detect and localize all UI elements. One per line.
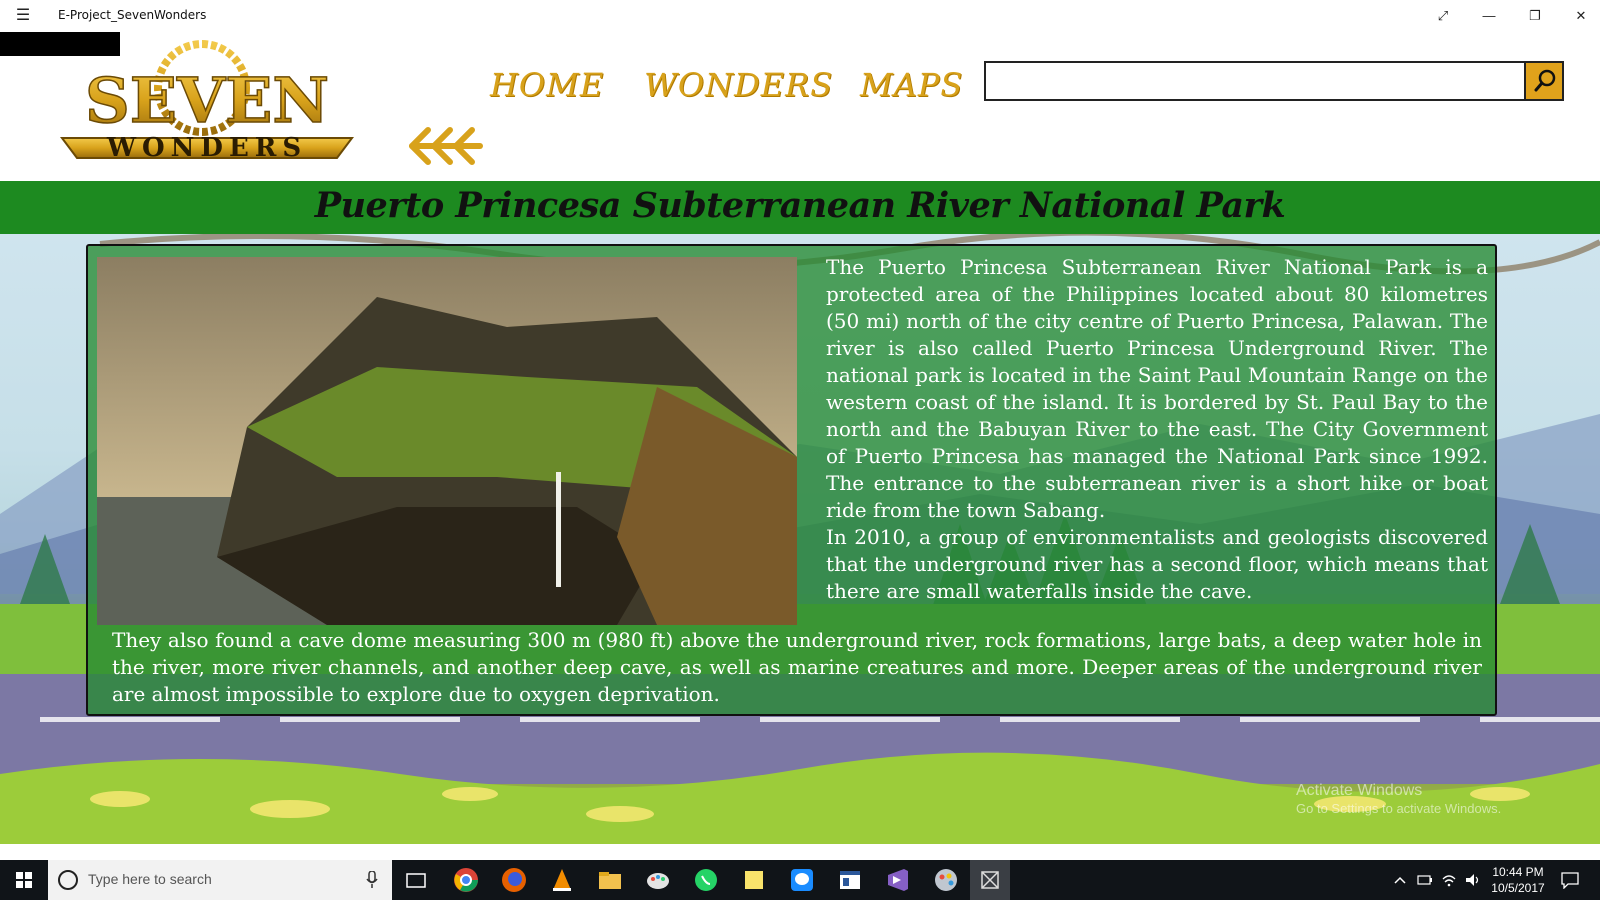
active-app-icon[interactable]: [970, 860, 1010, 900]
firefox-icon[interactable]: [500, 866, 528, 894]
paint-icon[interactable]: [644, 866, 672, 894]
start-button[interactable]: [0, 860, 48, 900]
taskbar: Type here to search 10:44 PM 10/5/2017: [0, 860, 1600, 900]
taskbar-clock[interactable]: 10:44 PM 10/5/2017: [1486, 864, 1550, 896]
expand-icon[interactable]: ⤢: [1428, 4, 1458, 28]
title-bar: ☰ E-Project_SevenWonders ⤢ — ❐ ✕: [0, 0, 1600, 32]
vlc-icon[interactable]: [548, 866, 576, 894]
taskbar-search[interactable]: Type here to search: [48, 860, 392, 900]
wifi-icon[interactable]: [1440, 872, 1458, 900]
search-button[interactable]: [1524, 63, 1562, 99]
watermark-line-2: Go to Settings to activate Windows.: [1296, 801, 1502, 816]
paragraph-1: The Puerto Princesa Subterranean River N…: [826, 255, 1488, 522]
logo-text-bottom: WONDERS: [106, 133, 307, 163]
clock-date: 10/5/2017: [1491, 881, 1545, 895]
paragraph-3: They also found a cave dome measuring 30…: [112, 628, 1482, 706]
search-icon: [1534, 69, 1556, 92]
app-window-icon[interactable]: [836, 866, 864, 894]
battery-icon[interactable]: [1416, 872, 1434, 900]
chrome-icon[interactable]: [452, 866, 480, 894]
task-view-icon[interactable]: [402, 866, 430, 894]
title-band: Puerto Princesa Subterranean River Natio…: [0, 181, 1600, 234]
search-input[interactable]: [990, 65, 1520, 97]
seven-wonders-logo[interactable]: SEVEN WONDERS: [52, 38, 362, 168]
search-box: [984, 61, 1564, 101]
minimize-icon[interactable]: —: [1474, 4, 1504, 28]
microphone-icon[interactable]: [366, 871, 378, 889]
nav-maps[interactable]: MAPS: [860, 66, 963, 104]
hamburger-menu-icon[interactable]: ☰: [14, 7, 32, 25]
paragraph-2: In 2010, a group of environmentalists an…: [826, 525, 1488, 603]
nav-home[interactable]: HOME: [490, 66, 604, 104]
clock-time: 10:44 PM: [1492, 865, 1544, 879]
nav-wonders[interactable]: WONDERS: [644, 66, 833, 104]
file-explorer-icon[interactable]: [596, 866, 624, 894]
chevron-up-icon[interactable]: [1392, 872, 1408, 900]
page-title: Puerto Princesa Subterranean River Natio…: [314, 185, 1286, 226]
back-arrow-icon[interactable]: [404, 124, 484, 168]
sticky-notes-icon[interactable]: [740, 866, 768, 894]
park-photo: [97, 257, 797, 625]
notifications-icon[interactable]: [1560, 871, 1580, 900]
paint-palette-icon[interactable]: [932, 866, 960, 894]
taskbar-search-placeholder: Type here to search: [88, 871, 212, 887]
messenger-icon[interactable]: [788, 866, 816, 894]
close-icon[interactable]: ✕: [1566, 4, 1596, 28]
description-top: The Puerto Princesa Subterranean River N…: [826, 254, 1488, 605]
restore-icon[interactable]: ❐: [1520, 4, 1550, 28]
whatsapp-icon[interactable]: [692, 866, 720, 894]
activation-watermark: Activate Windows Go to Settings to activ…: [1296, 782, 1501, 818]
windows-icon: [16, 872, 32, 888]
cortana-icon: [58, 870, 78, 890]
watermark-line-1: Activate Windows: [1296, 782, 1423, 799]
volume-icon[interactable]: [1464, 872, 1482, 900]
visual-studio-icon[interactable]: [884, 866, 912, 894]
logo-text-top: SEVEN: [85, 64, 329, 137]
window-title: E-Project_SevenWonders: [58, 8, 207, 22]
